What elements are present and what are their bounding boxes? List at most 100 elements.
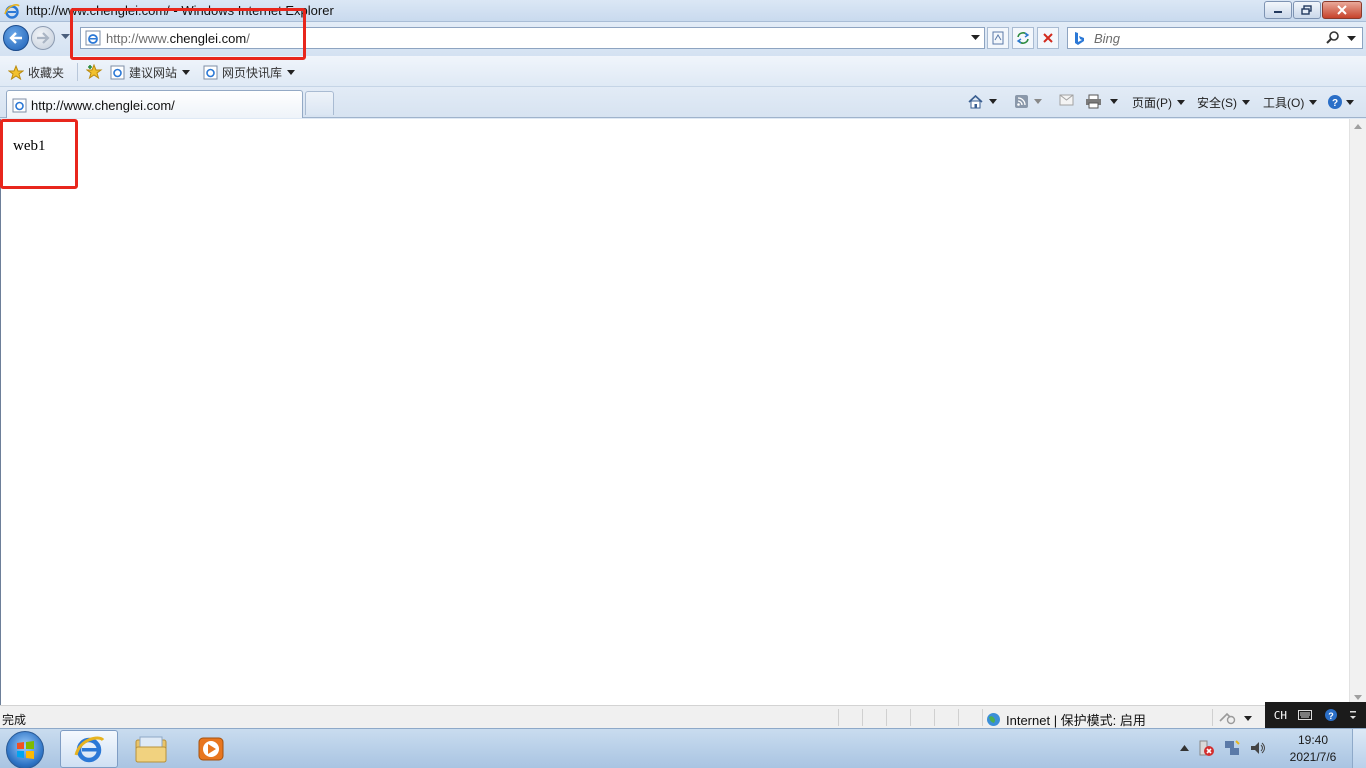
taskbar-clock[interactable]: 19:40 2021/7/6 [1278, 732, 1348, 766]
help-icon[interactable]: ? [1324, 708, 1338, 722]
options-icon[interactable] [1349, 710, 1357, 720]
bing-icon [1075, 32, 1084, 45]
window-title: http://www.chenglei.com/ - Windows Inter… [26, 3, 334, 18]
safety-menu-label: 安全(S) [1197, 96, 1237, 110]
restore-button[interactable] [1293, 1, 1321, 19]
favorites-bar: 收藏夹 建议网站 网页快讯库 [0, 56, 1366, 87]
vertical-scrollbar[interactable] [1349, 119, 1366, 705]
action-center-icon[interactable] [1197, 739, 1215, 757]
read-mail-button[interactable] [1059, 94, 1074, 106]
chevron-down-icon [1242, 100, 1250, 105]
search-box[interactable]: Bing [1067, 27, 1363, 49]
chevron-down-icon[interactable] [1110, 99, 1118, 104]
url-host: chenglei.com [169, 31, 247, 46]
security-zone[interactable]: Internet | 保护模式: 启用 [986, 710, 1146, 729]
taskbar-windows-explorer[interactable] [122, 730, 180, 768]
home-button[interactable] [967, 94, 997, 109]
favorites-label: 收藏夹 [28, 66, 65, 80]
restore-icon [1301, 5, 1312, 15]
chevron-down-icon [1177, 100, 1185, 105]
search-dropdown-icon[interactable] [1347, 36, 1356, 42]
folder-icon [135, 736, 167, 763]
minimize-icon [1274, 11, 1282, 13]
input-language[interactable]: CH [1274, 709, 1287, 722]
globe-icon [987, 713, 1000, 726]
keyboard-icon[interactable] [1298, 710, 1313, 720]
ie-page-icon [110, 65, 125, 80]
chevron-down-icon[interactable] [989, 99, 997, 104]
chevron-down-icon [182, 70, 191, 75]
internet-explorer-icon [74, 736, 105, 763]
tab-label: http://www.chenglei.com/ [31, 98, 175, 113]
forward-arrow-icon [37, 32, 50, 44]
stop-button[interactable] [1037, 27, 1059, 49]
address-bar[interactable]: http://www.chenglei.com/ [80, 27, 985, 49]
scroll-down-icon[interactable] [1354, 695, 1362, 700]
scroll-up-icon[interactable] [1354, 124, 1362, 129]
title-bar: http://www.chenglei.com/ - Windows Inter… [0, 0, 1366, 22]
tab-row: http://www.chenglei.com/ 页面(P) 安全(S) 工具(… [0, 87, 1366, 118]
chevron-down-icon [1309, 100, 1318, 105]
safety-menu[interactable]: 安全(S) [1197, 94, 1250, 111]
refresh-icon [1016, 32, 1030, 44]
language-bar: CH ? [1265, 702, 1366, 728]
new-tab-button[interactable] [305, 91, 334, 115]
tools-menu[interactable]: 工具(O) [1263, 94, 1318, 111]
forward-button[interactable] [31, 26, 55, 50]
help-menu[interactable]: ? [1327, 94, 1354, 110]
svg-text:?: ? [1332, 98, 1338, 109]
chevron-down-icon [1244, 715, 1252, 721]
status-separator [862, 709, 863, 726]
fav-item-suggested-sites[interactable]: 建议网站 [110, 64, 191, 81]
taskbar-media-player[interactable] [182, 730, 240, 768]
status-bar: 完成 Internet | 保护模式: 启用 [0, 705, 1366, 728]
show-hidden-icons-icon[interactable] [1180, 745, 1189, 751]
status-separator [1212, 709, 1213, 726]
close-window-button[interactable] [1322, 1, 1362, 19]
refresh-button[interactable] [1012, 27, 1034, 49]
address-url[interactable]: http://www.chenglei.com/ [106, 31, 250, 46]
show-desktop-button[interactable] [1352, 729, 1366, 768]
taskbar-internet-explorer[interactable] [60, 730, 118, 768]
ie-page-icon [203, 65, 218, 80]
status-separator [910, 709, 911, 726]
fav-item-label: 建议网站 [129, 66, 178, 80]
page-body-text: web1 [13, 138, 46, 154]
printer-icon [1086, 94, 1101, 109]
status-separator [838, 709, 839, 726]
favorites-separator [77, 63, 78, 81]
tab-active[interactable]: http://www.chenglei.com/ [6, 90, 303, 118]
ie-page-icon [12, 98, 27, 113]
page-menu[interactable]: 页面(P) [1132, 94, 1185, 111]
back-button[interactable] [3, 25, 29, 51]
print-button[interactable] [1085, 94, 1118, 109]
network-icon[interactable] [1223, 739, 1241, 757]
fav-item-web-slice-gallery[interactable]: 网页快讯库 [203, 64, 296, 81]
zoom-icon [1219, 712, 1236, 725]
close-icon [1337, 5, 1347, 15]
rss-feed-icon [1015, 95, 1028, 108]
search-icon[interactable] [1326, 31, 1340, 45]
address-dropdown-icon[interactable] [971, 35, 980, 41]
compatibility-view-button[interactable] [987, 27, 1009, 49]
compatibility-view-icon [992, 31, 1004, 45]
zoom-button[interactable] [1218, 711, 1252, 725]
recent-pages-dropdown-icon[interactable] [61, 34, 70, 40]
minimize-button[interactable] [1264, 1, 1292, 19]
favorites-button[interactable]: 收藏夹 [8, 64, 64, 81]
clock-date: 2021/7/6 [1289, 750, 1337, 764]
chevron-down-icon [1346, 99, 1354, 105]
start-button[interactable] [6, 731, 44, 768]
add-to-favorites-bar-button[interactable] [86, 64, 107, 79]
search-placeholder: Bing [1094, 31, 1121, 46]
back-arrow-icon [9, 32, 22, 44]
chevron-down-icon[interactable] [1034, 99, 1042, 104]
mail-icon [1059, 94, 1074, 106]
feeds-button[interactable] [1014, 94, 1042, 109]
volume-icon[interactable] [1249, 739, 1267, 757]
security-zone-label: Internet | 保护模式: 启用 [1006, 713, 1146, 728]
page-content: web1 [0, 119, 1366, 705]
page-icon [85, 30, 101, 46]
fav-item-label: 网页快讯库 [222, 66, 283, 80]
clock-time: 19:40 [1297, 733, 1329, 747]
